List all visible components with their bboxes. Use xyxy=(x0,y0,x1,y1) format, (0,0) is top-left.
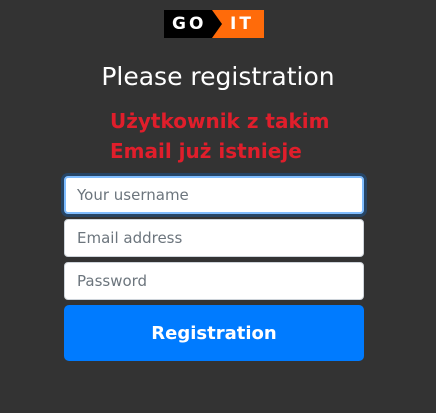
password-input[interactable] xyxy=(64,262,364,300)
logo-go-block: GO xyxy=(164,10,222,38)
go-it-logo: GO IT xyxy=(164,10,264,38)
logo-it-text: IT xyxy=(230,14,254,34)
error-message-line-1: Użytkownik z takim xyxy=(110,109,330,133)
error-message: Użytkownik z takim Email już istnieje xyxy=(110,106,410,166)
email-input[interactable] xyxy=(64,219,364,257)
logo-go-text: GO xyxy=(172,14,207,34)
registration-button[interactable]: Registration xyxy=(64,305,364,361)
username-input[interactable] xyxy=(64,176,364,214)
logo-notch xyxy=(212,10,222,38)
error-message-line-2: Email już istnieje xyxy=(110,139,302,163)
page-title: Please registration xyxy=(101,62,335,91)
